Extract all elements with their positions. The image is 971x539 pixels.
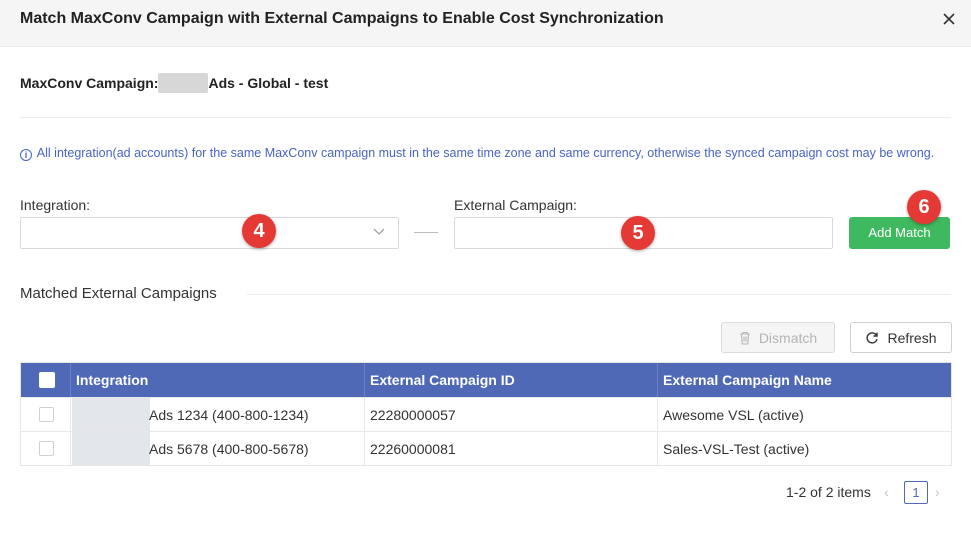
table-row[interactable]: Ads 1234 (400-800-1234) 22280000057 Awes…	[21, 397, 951, 431]
redacted-block	[72, 432, 150, 465]
campaign-info: MaxConv Campaign: Ads - Global - test	[20, 73, 328, 93]
campaign-id-cell: 22260000081	[370, 440, 456, 457]
column-header-campaign-name: External Campaign Name	[663, 372, 832, 388]
redacted-block	[158, 73, 209, 93]
refresh-label: Refresh	[887, 329, 937, 346]
dialog-title: Match MaxConv Campaign with External Cam…	[20, 10, 664, 27]
refresh-button[interactable]: Refresh	[850, 322, 952, 353]
external-campaign-label: External Campaign:	[454, 197, 577, 213]
column-divider	[70, 432, 71, 465]
integration-select[interactable]	[20, 217, 399, 249]
refresh-icon	[866, 331, 879, 344]
matched-campaigns-table: Integration External Campaign ID Externa…	[20, 362, 952, 466]
column-header-campaign-id: External Campaign ID	[370, 372, 515, 388]
trash-icon	[739, 331, 750, 345]
dismatch-button[interactable]: Dismatch	[721, 322, 835, 353]
row-checkbox[interactable]	[39, 441, 54, 456]
page-button[interactable]: 1	[904, 481, 928, 504]
table-header: Integration External Campaign ID Externa…	[21, 363, 951, 397]
column-divider	[70, 398, 71, 431]
step-marker-5: 5	[621, 216, 655, 250]
column-header-integration: Integration	[76, 372, 149, 388]
integration-label: Integration:	[20, 197, 91, 213]
campaign-name: Ads - Global - test	[208, 75, 329, 91]
dismatch-label: Dismatch	[758, 329, 818, 346]
notice-text: All integration(ad accounts) for the sam…	[36, 146, 935, 160]
dialog-header: Match MaxConv Campaign with External Cam…	[0, 0, 971, 47]
chevron-right-icon[interactable]: ›	[935, 484, 940, 500]
step-marker-4: 4	[242, 214, 276, 248]
redacted-block	[72, 398, 150, 431]
campaign-label: MaxConv Campaign:	[20, 75, 159, 91]
campaign-id-cell: 22280000057	[370, 406, 456, 423]
campaign-name-cell: Awesome VSL (active)	[663, 406, 804, 423]
chevron-left-icon[interactable]: ‹	[884, 484, 889, 500]
close-icon[interactable]	[938, 8, 960, 30]
campaign-name-cell: Sales-VSL-Test (active)	[663, 440, 810, 457]
info-notice: i All integration(ad accounts) for the s…	[20, 143, 950, 163]
integration-cell: Ads 1234 (400-800-1234)	[149, 406, 309, 423]
divider	[20, 117, 951, 118]
add-match-button[interactable]: Add Match	[849, 217, 950, 249]
step-marker-6: 6	[907, 190, 941, 224]
table-row[interactable]: Ads 5678 (400-800-5678) 22260000081 Sale…	[21, 431, 951, 465]
row-checkbox[interactable]	[39, 407, 54, 422]
select-all-checkbox[interactable]	[39, 372, 55, 388]
field-separator	[414, 232, 438, 233]
chevron-down-icon	[373, 228, 385, 235]
matched-section-title: Matched External Campaigns	[20, 285, 217, 302]
info-icon: i	[20, 149, 32, 161]
pagination-summary: 1-2 of 2 items	[786, 484, 871, 500]
integration-cell: Ads 5678 (400-800-5678)	[149, 440, 309, 457]
section-divider	[247, 294, 951, 295]
